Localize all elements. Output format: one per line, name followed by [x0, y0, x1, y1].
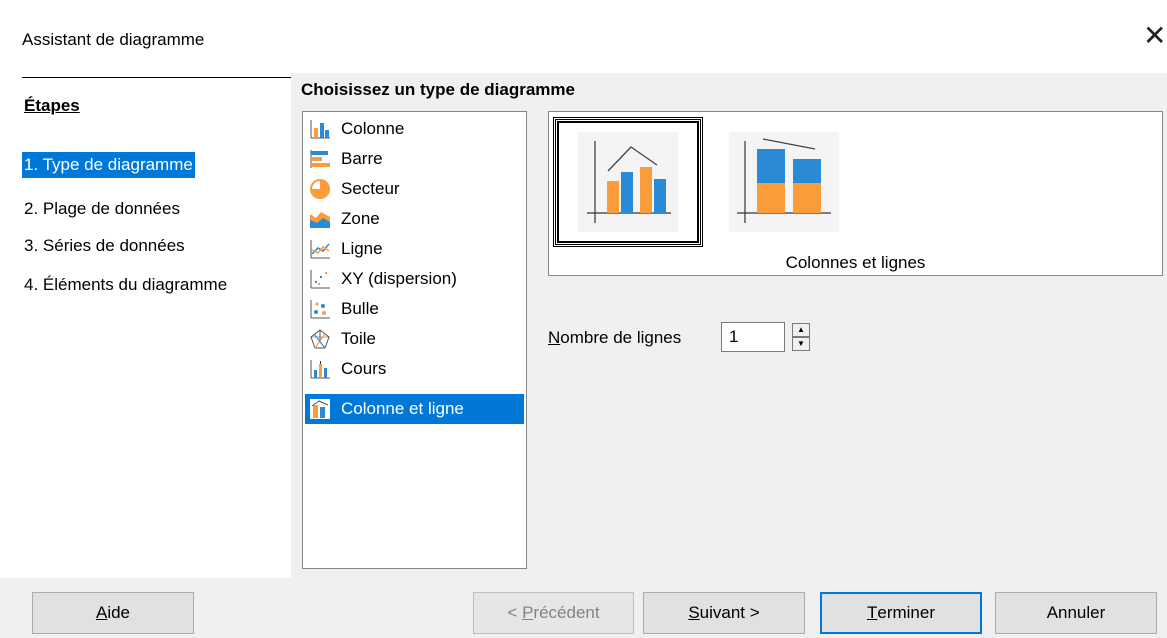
chart-variants-panel: Colonnes et lignes: [548, 111, 1163, 276]
chart-type-item-pie[interactable]: Secteur: [305, 174, 524, 204]
section-title: Choisissez un type de diagramme: [301, 80, 575, 99]
column-chart-icon: [309, 118, 331, 140]
previous-button[interactable]: < Précédent: [473, 592, 634, 634]
number-of-lines-spinner[interactable]: ▲ ▼: [792, 323, 810, 351]
pie-chart-icon: [309, 178, 331, 200]
chart-type-item-column[interactable]: Colonne: [305, 114, 524, 144]
cancel-button[interactable]: Annuler: [995, 592, 1157, 634]
variant-stacked-columns-and-lines[interactable]: [709, 117, 859, 247]
chart-type-item-line[interactable]: Ligne: [305, 234, 524, 264]
area-chart-icon: [309, 208, 331, 230]
chart-type-list[interactable]: Colonne Barre Secteur Zone Ligne XY (dis…: [302, 111, 527, 569]
step-chart-type[interactable]: 1. Type de diagramme: [22, 152, 195, 178]
columns-and-lines-preview-icon: [578, 132, 678, 232]
column-line-chart-icon: [309, 398, 331, 420]
step-data-series[interactable]: 3. Séries de données: [22, 233, 187, 259]
chart-type-item-column-line[interactable]: Colonne et ligne: [305, 394, 524, 424]
chart-type-label: Zone: [341, 209, 380, 228]
net-chart-icon: [309, 328, 331, 350]
window-title: Assistant de diagramme: [22, 30, 205, 49]
steps-divider: [22, 77, 291, 78]
chart-type-item-area[interactable]: Zone: [305, 204, 524, 234]
spin-up-icon[interactable]: ▲: [792, 323, 810, 337]
chart-type-label: XY (dispersion): [341, 269, 457, 288]
chart-type-item-net[interactable]: Toile: [305, 324, 524, 354]
steps-header: Étapes: [24, 96, 80, 115]
chart-type-item-scatter[interactable]: XY (dispersion): [305, 264, 524, 294]
chart-type-item-bubble[interactable]: Bulle: [305, 294, 524, 324]
chart-type-label: Secteur: [341, 179, 400, 198]
finish-button[interactable]: Terminer: [820, 592, 982, 634]
variant-columns-and-lines[interactable]: [553, 117, 703, 247]
close-icon[interactable]: ✕: [1143, 22, 1166, 50]
chart-type-label: Barre: [341, 149, 383, 168]
scatter-chart-icon: [309, 268, 331, 290]
number-of-lines-input[interactable]: [721, 322, 785, 352]
chart-type-label: Bulle: [341, 299, 379, 318]
number-of-lines-label: Nombre de lignes: [548, 328, 682, 347]
variant-caption: Colonnes et lignes: [785, 253, 926, 272]
step-data-range[interactable]: 2. Plage de données: [22, 196, 182, 222]
spin-down-icon[interactable]: ▼: [792, 337, 810, 351]
help-button[interactable]: Aide: [32, 592, 194, 634]
chart-type-item-bar[interactable]: Barre: [305, 144, 524, 174]
chart-type-label: Ligne: [341, 239, 383, 258]
chart-type-label: Toile: [341, 329, 376, 348]
step-chart-elements[interactable]: 4. Éléments du diagramme: [22, 272, 229, 298]
stock-chart-icon: [309, 358, 331, 380]
next-button[interactable]: Suivant >: [643, 592, 805, 634]
chart-type-label: Cours: [341, 359, 387, 378]
chart-type-label: Colonne: [341, 119, 405, 138]
chart-type-item-stock[interactable]: Cours: [305, 354, 524, 384]
stacked-columns-and-lines-preview-icon: [729, 132, 839, 232]
title-bar: Assistant de diagramme ✕: [0, 0, 1167, 78]
chart-type-label: Colonne et ligne: [341, 399, 464, 418]
line-chart-icon: [309, 238, 331, 260]
bubble-chart-icon: [309, 298, 331, 320]
bar-chart-icon: [309, 148, 331, 170]
